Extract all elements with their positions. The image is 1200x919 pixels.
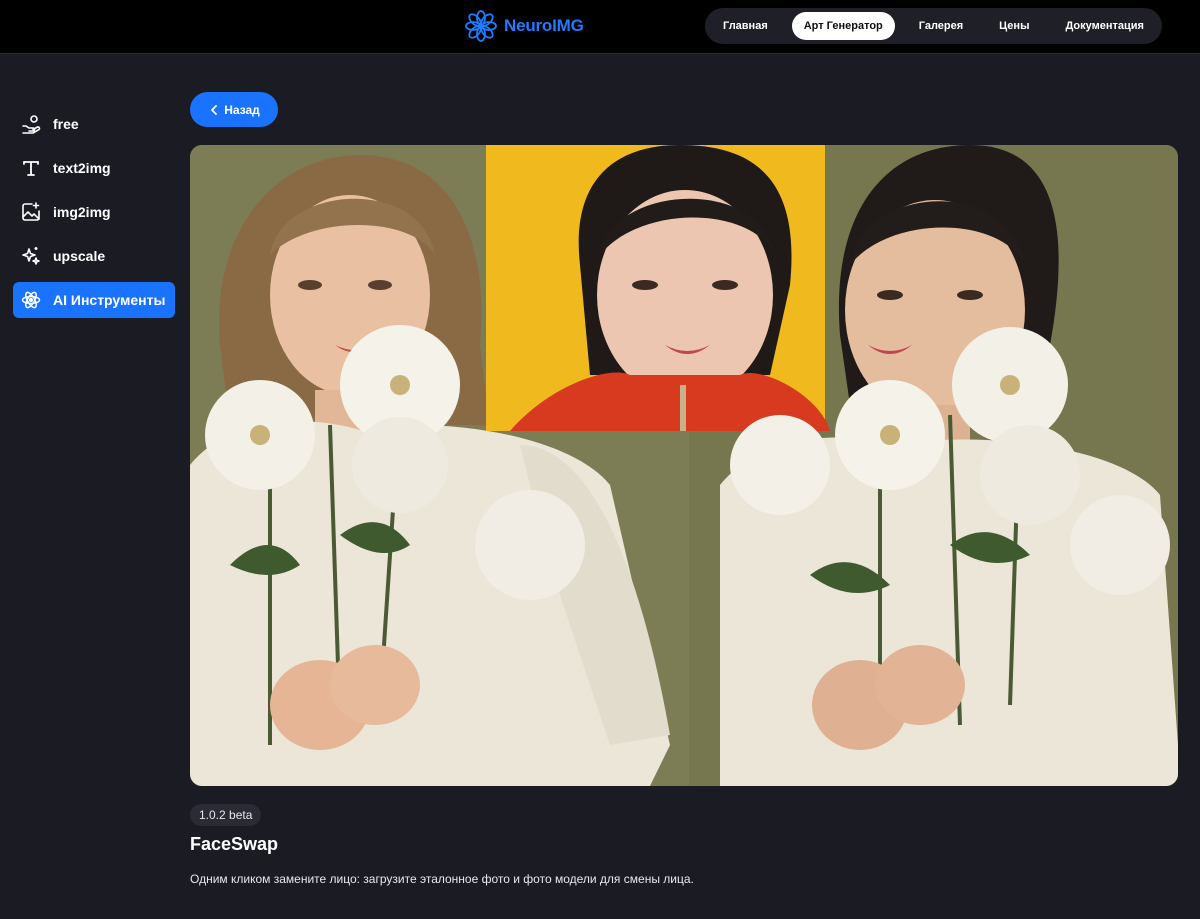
nav-docs[interactable]: Документация [1053,12,1156,40]
reference-portrait [486,145,830,431]
nav-pricing[interactable]: Цены [987,12,1041,40]
flower-logo-icon [464,9,498,43]
brand-name: NeuroIMG [504,16,584,35]
image-sparkle-icon [21,202,41,222]
sidebar-item-text2img[interactable]: text2img [13,150,175,186]
version-badge: 1.0.2 beta [190,804,262,826]
sidebar: free text2img img2img upscale AI Инструм… [13,106,175,326]
sidebar-item-free[interactable]: free [13,106,175,142]
chevron-left-icon [208,104,220,116]
sidebar-item-label: free [53,116,79,132]
faceswap-preview-image [190,145,1178,786]
sparkles-icon [21,246,41,266]
sidebar-item-upscale[interactable]: upscale [13,238,175,274]
nav-home[interactable]: Главная [711,12,780,40]
main-nav: Главная Арт Генератор Галерея Цены Докум… [705,8,1162,44]
top-bar: NeuroIMG Главная Арт Генератор Галерея Ц… [0,0,1200,54]
atom-icon [21,290,41,310]
tool-description: Одним кликом замените лицо: загрузите эт… [190,872,694,886]
sidebar-item-label: img2img [53,204,111,220]
sidebar-item-label: upscale [53,248,106,264]
text-t-icon [21,158,41,178]
sidebar-item-img2img[interactable]: img2img [13,194,175,230]
hand-coins-icon [21,114,41,134]
nav-art-generator[interactable]: Арт Генератор [791,12,895,40]
tool-title: FaceSwap [190,834,279,854]
brand-logo[interactable]: NeuroIMG [464,9,584,43]
sidebar-item-ai-tools[interactable]: AI Инструменты [13,282,175,318]
sidebar-item-label: text2img [53,160,111,176]
back-button[interactable]: Назад [190,92,278,127]
back-button-label: Назад [224,102,260,117]
sidebar-item-label: AI Инструменты [53,292,166,308]
nav-gallery[interactable]: Галерея [907,12,975,40]
